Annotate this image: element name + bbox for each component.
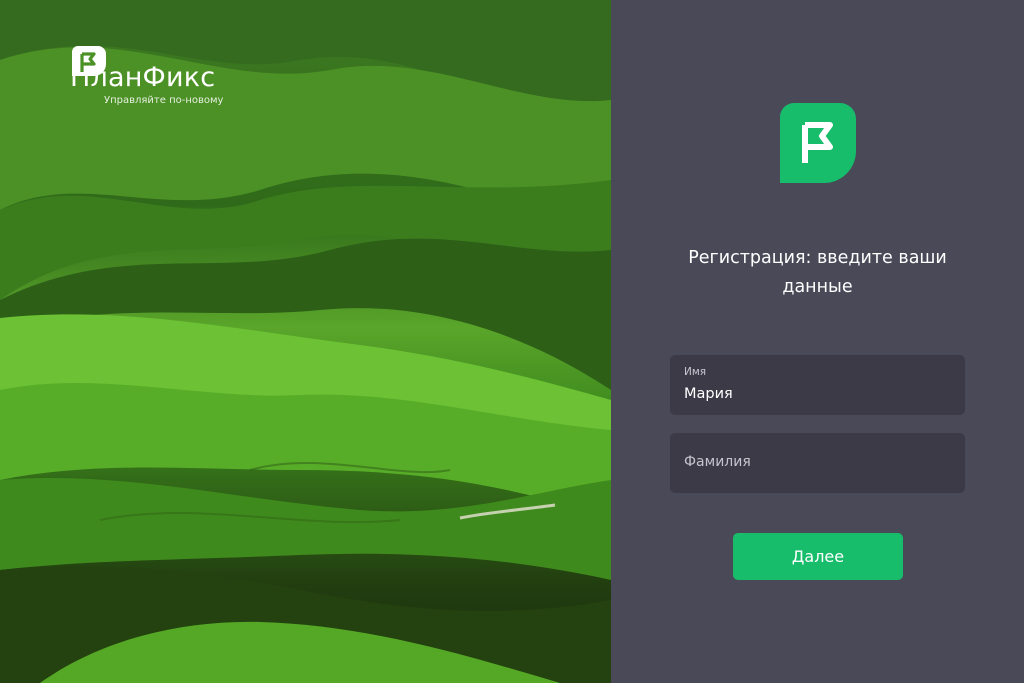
last-name-field[interactable]: Фамилия (670, 433, 965, 493)
first-name-label: Имя (684, 366, 707, 378)
last-name-placeholder: Фамилия (684, 454, 751, 470)
first-name-input[interactable] (684, 386, 944, 402)
flag-icon (72, 46, 106, 76)
hills-illustration (0, 0, 611, 683)
flag-icon (780, 103, 856, 183)
next-button[interactable]: Далее (733, 533, 903, 580)
first-name-field[interactable]: Имя (670, 355, 965, 415)
registration-panel: Регистрация: введите ваши данные Имя Фам… (611, 0, 1024, 683)
brand-tagline: Управляйте по-новому (104, 95, 224, 106)
hero-landscape-image: ПланФикс Управляйте по-новому (0, 0, 611, 683)
registration-heading: Регистрация: введите ваши данные (688, 248, 947, 297)
